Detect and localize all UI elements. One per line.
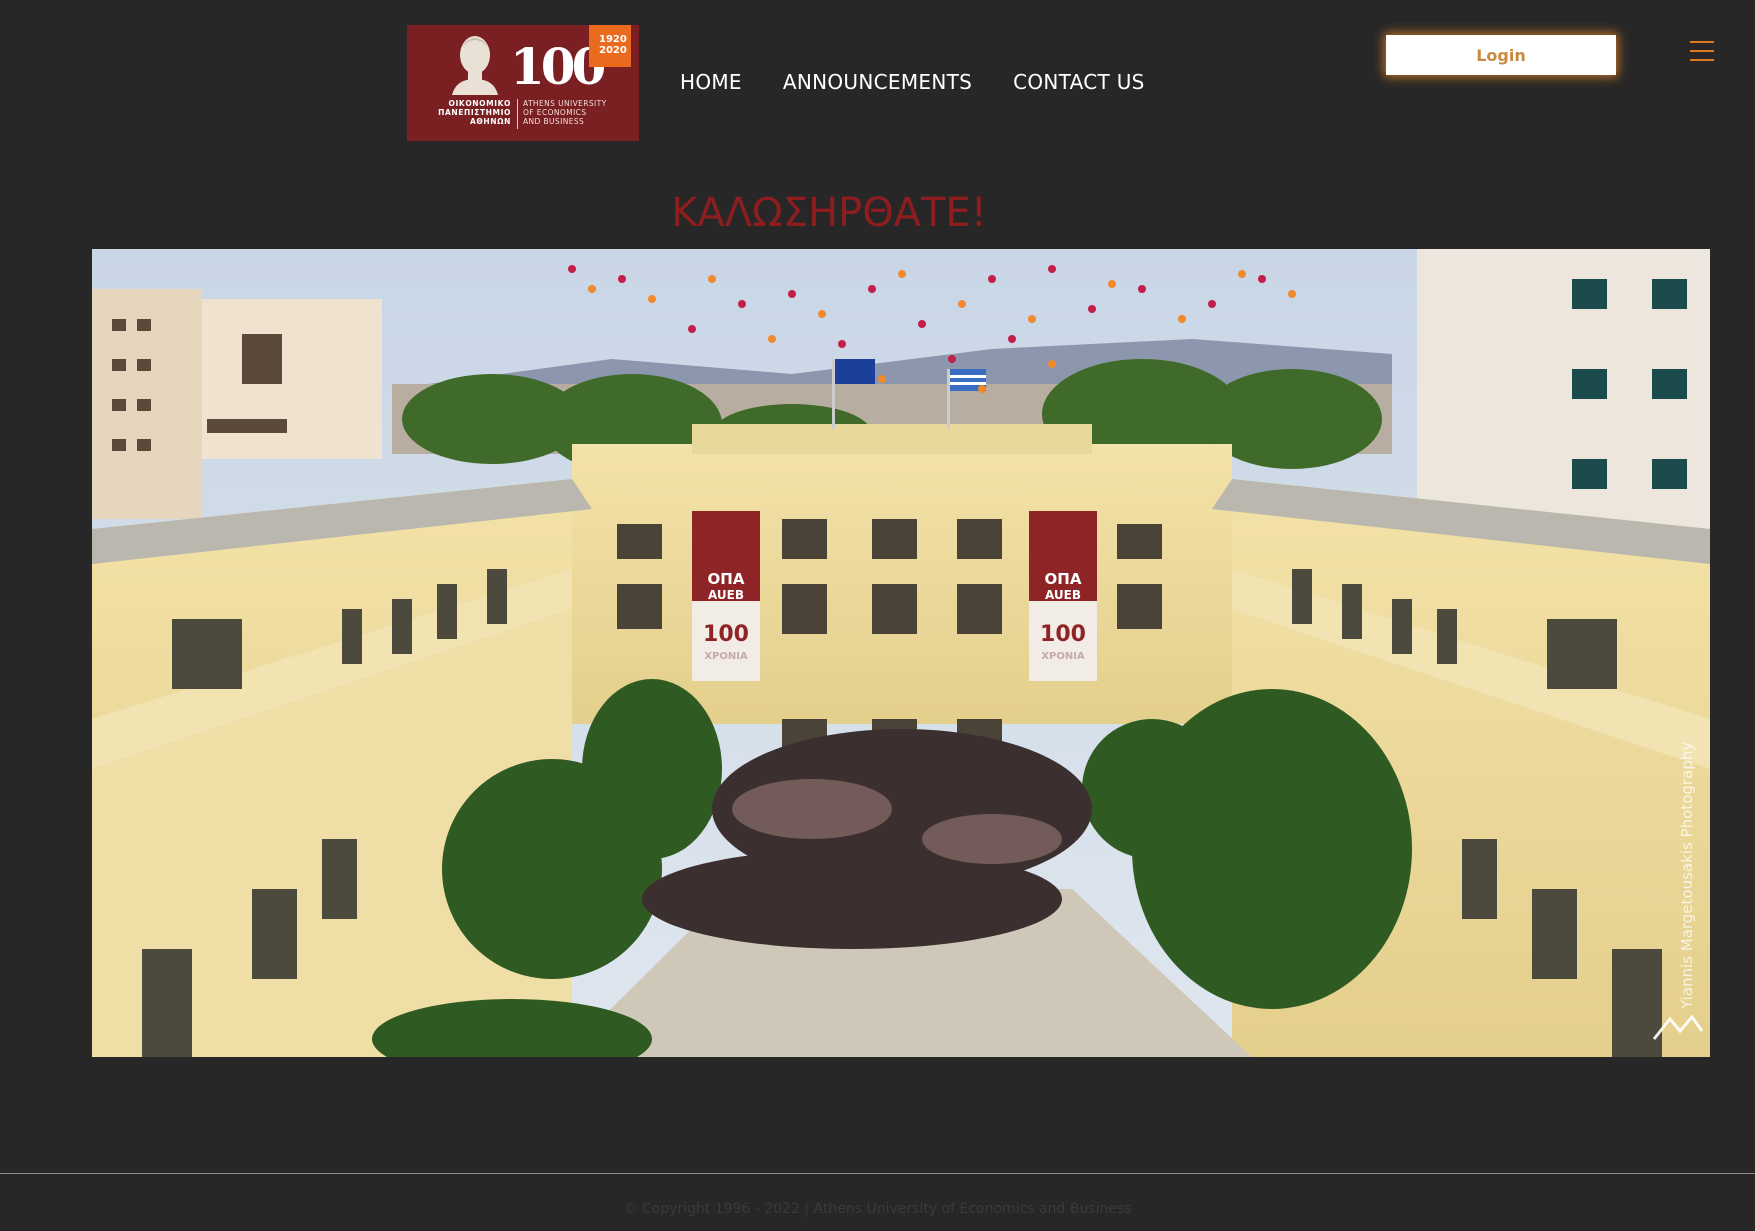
login-button[interactable]: Login — [1386, 35, 1616, 75]
bust-icon — [452, 36, 498, 95]
banner-left-opa: ΟΠΑ — [708, 570, 745, 588]
logo-years-badge: 1920 2020 — [589, 25, 631, 67]
banner-right-opa: ΟΠΑ — [1045, 570, 1082, 588]
photo-credit: Yiannis Margetousakis Photography — [1678, 742, 1696, 1010]
banner-right-aueb: AUEB — [1045, 588, 1081, 602]
banner-left-100: 100 — [703, 622, 749, 647]
main-nav: HOME ANNOUNCEMENTS CONTACT US — [680, 70, 1145, 94]
page: 100 1920 2020 ΟΙΚΟΝΟΜΙΚΟ ΠΑΝΕΠΙΣΤΗΜΙΟ ΑΘ… — [0, 0, 1755, 1231]
university-logo[interactable]: 100 1920 2020 ΟΙΚΟΝΟΜΙΚΟ ΠΑΝΕΠΙΣΤΗΜΙΟ ΑΘ… — [407, 25, 639, 141]
banner-right-years: ΧΡΟΝΙΑ — [1041, 651, 1085, 662]
logo-greek-name: ΟΙΚΟΝΟΜΙΚΟ ΠΑΝΕΠΙΣΤΗΜΙΟ ΑΘΗΝΩΝ — [438, 99, 511, 126]
banner-right-100: 100 — [1040, 622, 1086, 647]
nav-home[interactable]: HOME — [680, 70, 742, 94]
footer-copyright: © Copyright 1996 - 2022 | Athens Univers… — [623, 1201, 1132, 1217]
nav-announcements[interactable]: ANNOUNCEMENTS — [783, 70, 972, 94]
banner-left-years: ΧΡΟΝΙΑ — [704, 651, 748, 662]
hero-image: ΟΠΑ AUEB 100 ΧΡΟΝΙΑ ΟΠΑ AUEB 100 ΧΡΟΝΙΑ — [92, 249, 1710, 1057]
nav-contact-us[interactable]: CONTACT US — [1013, 70, 1145, 94]
footer-divider — [0, 1173, 1755, 1174]
banner-left-aueb: AUEB — [708, 588, 744, 602]
logo-divider — [517, 99, 518, 129]
welcome-heading: ΚΑΛΩΣΗΡΘΑΤΕ! — [671, 190, 987, 236]
hamburger-icon[interactable] — [1690, 41, 1714, 65]
logo-english-name: ATHENS UNIVERSITY OF ECONOMICS AND BUSIN… — [523, 99, 607, 126]
